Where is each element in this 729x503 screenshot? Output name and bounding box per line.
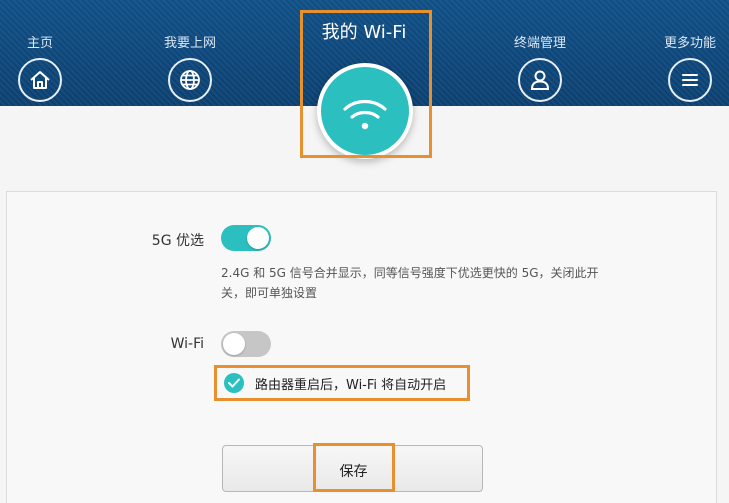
nav-item-more-features[interactable]: 更多功能 (645, 0, 729, 106)
globe-icon (168, 58, 212, 102)
toggle-knob (247, 227, 269, 249)
nav-label-home: 主页 (26, 36, 53, 51)
menu-icon (668, 58, 712, 102)
wifi-toggle[interactable] (221, 331, 271, 357)
5g-preferred-description: 2.4G 和 5G 信号合并显示，同等信号强度下优选更快的 5G，关闭此开关，即… (221, 266, 599, 300)
5g-preferred-label: 5G 优选 (151, 233, 204, 249)
my-wifi-nav-button[interactable] (317, 63, 413, 159)
auto-enable-wifi-option[interactable]: 路由器重启后，Wi-Fi 将自动开启 (220, 369, 468, 397)
nav-item-home[interactable]: 主页 (0, 0, 85, 106)
toggle-knob (223, 333, 245, 355)
nav-label-more: 更多功能 (663, 36, 716, 51)
wifi-label: Wi-Fi (170, 336, 204, 352)
check-icon[interactable] (224, 373, 244, 393)
wifi-icon (343, 99, 387, 130)
save-button[interactable]: 保存 (222, 445, 483, 492)
nav-item-internet[interactable]: 我要上网 (145, 0, 235, 106)
save-button-label: 保存 (339, 464, 368, 480)
home-icon (18, 58, 62, 102)
nav-label-terminal: 终端管理 (513, 36, 566, 51)
user-icon (518, 58, 562, 102)
nav-item-terminal-management[interactable]: 终端管理 (495, 0, 585, 106)
auto-enable-wifi-label: 路由器重启后，Wi-Fi 将自动开启 (255, 378, 447, 393)
nav-item-my-wifi-label[interactable]: 我的 Wi-Fi (304, 18, 424, 44)
nav-label-internet: 我要上网 (163, 36, 216, 51)
5g-preferred-toggle[interactable] (221, 225, 271, 251)
